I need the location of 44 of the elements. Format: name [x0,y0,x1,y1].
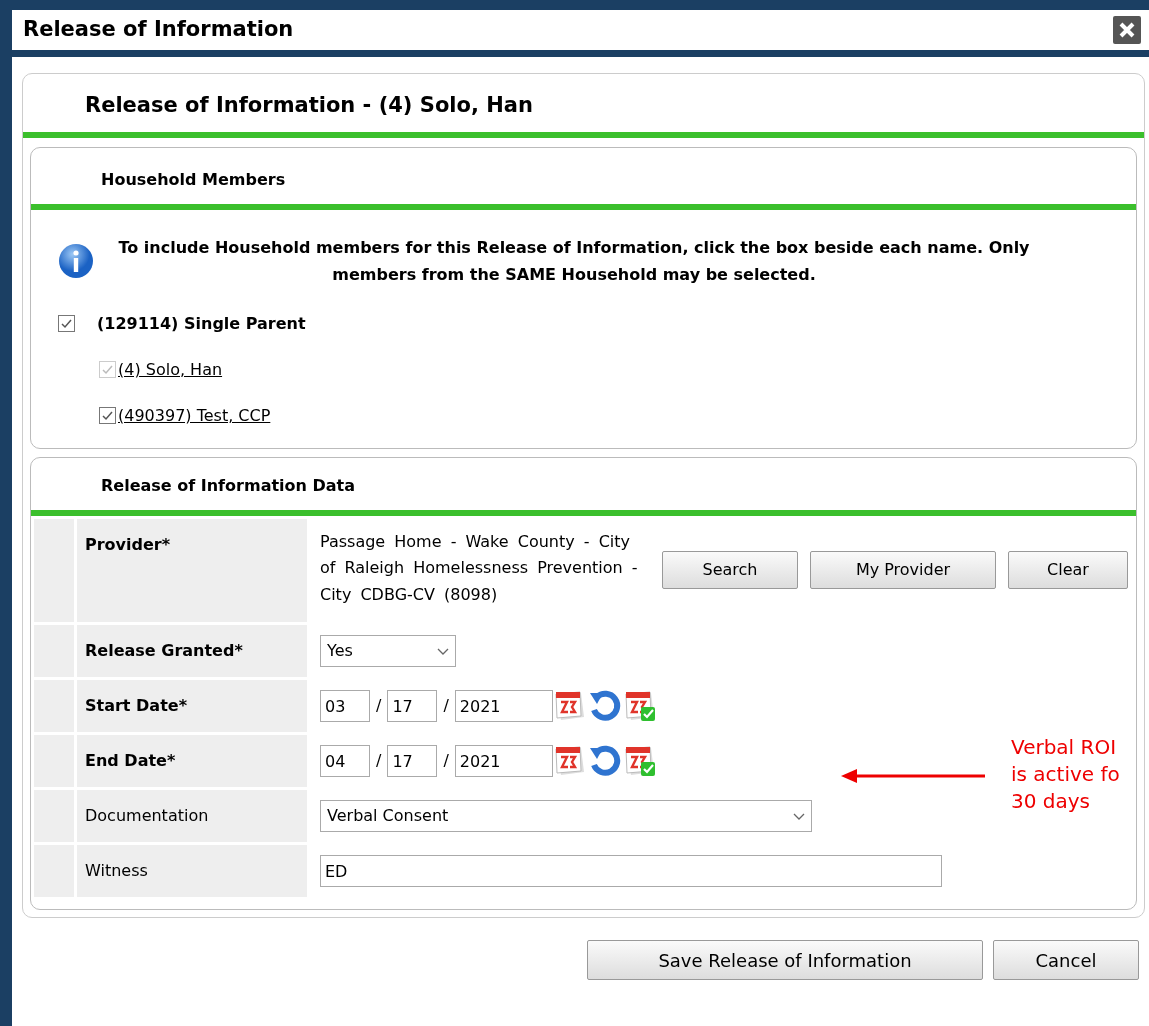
text-field[interactable]: ED [320,855,942,888]
calendar-check-icon[interactable] [622,689,657,724]
close-icon [1118,21,1136,39]
section-header: Household Members [31,147,1136,210]
date-input[interactable]: 2021 [454,690,553,723]
dropdown[interactable]: Yes [320,635,456,668]
field-label: Provider* [77,518,307,623]
info-message: To include Household members for this Release of Information, click the box beside each name. Only members from the SAME Household may be selected. [117,236,1031,286]
provider-name: Passage Home - Wake County - City of Raleigh Homelessness Prevention - City CDBG-CV (8098) [320,530,639,606]
date-input[interactable]: 04 [320,745,370,778]
checkbox[interactable] [58,315,75,333]
dropdown[interactable]: Verbal Consent [320,800,812,833]
date-input[interactable]: 03 [320,690,370,723]
section-header: Release of Information Data [31,457,1136,516]
footer-button[interactable]: Save Release of Information [587,940,983,981]
field-label: Release Granted* [77,625,307,678]
household-name: (129114) Single Parent [97,312,306,335]
field-label: Documentation [77,790,307,843]
date-separator: / [375,695,383,718]
annotation-note: Verbal ROI is active fo 30 days [1011,733,1120,815]
close-button[interactable] [1113,16,1141,44]
date-separator: / [442,750,450,773]
date-input[interactable]: 2021 [454,745,553,778]
field-label: End Date* [77,735,307,788]
provider-button[interactable]: Clear [1008,551,1128,590]
checkmark-icon [101,409,114,423]
date-input[interactable]: 17 [387,690,438,723]
info-icon [57,241,95,280]
caret-icon [437,647,449,656]
field-label: Witness [77,845,307,898]
provider-button[interactable]: My Provider [810,551,996,590]
footer-button[interactable]: Cancel [993,940,1139,981]
provider-button[interactable]: Search [662,551,798,590]
checkbox[interactable] [99,407,116,425]
date-input[interactable]: 17 [387,745,438,778]
caret-icon [793,812,805,821]
date-separator: / [375,750,383,773]
date-separator: / [442,695,450,718]
calendar-check-icon[interactable] [622,744,657,779]
panel-title: Release of Information - (4) Solo, Han [23,74,1144,138]
dialog-title: Release of Information [23,16,294,44]
field-label: Start Date* [77,680,307,733]
member-link[interactable]: (490397) Test, CCP [118,403,271,428]
checkmark-icon [60,317,73,331]
